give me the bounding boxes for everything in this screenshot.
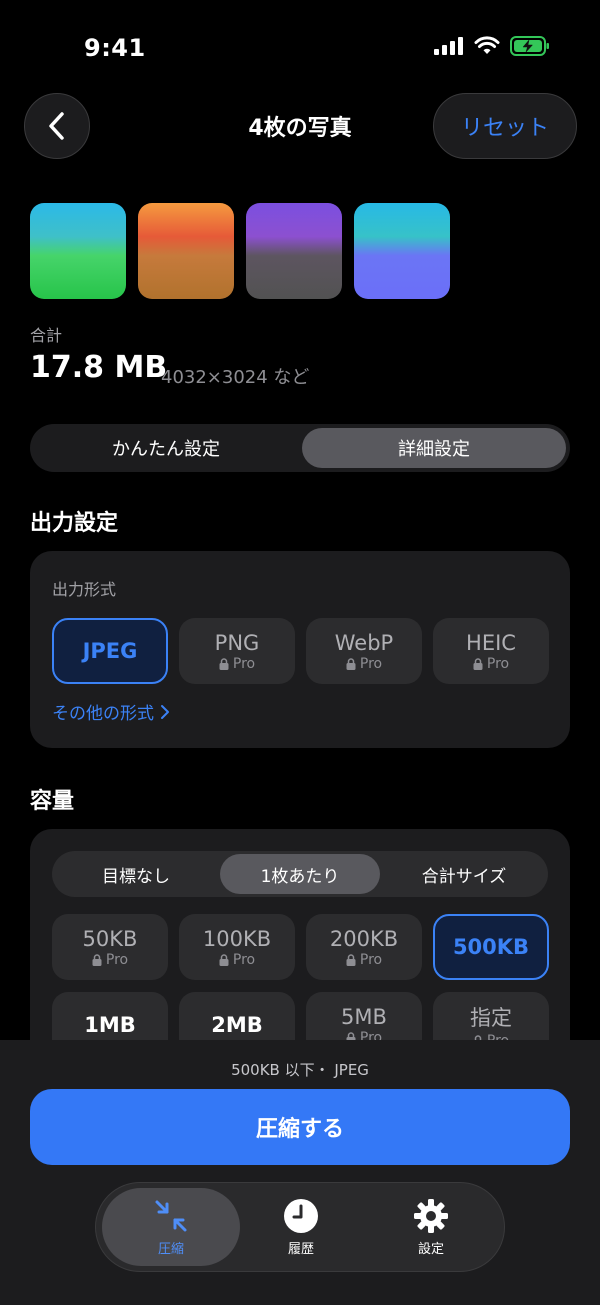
compression-summary: 500KB 以下・ JPEG bbox=[231, 1061, 369, 1079]
tab-label: 履歴 bbox=[287, 1241, 314, 1257]
size-option-label: 5MB bbox=[341, 1004, 387, 1029]
total-size: 17.8 MB bbox=[30, 350, 168, 385]
pro-label: Pro bbox=[486, 655, 510, 672]
format-option-heic[interactable]: HEIC Pro bbox=[433, 618, 549, 684]
tab-history[interactable]: 履歴 bbox=[232, 1188, 370, 1266]
pro-badge: Pro bbox=[473, 656, 509, 672]
lock-icon bbox=[346, 953, 356, 966]
clock-icon bbox=[284, 1198, 318, 1233]
reset-button[interactable]: リセット bbox=[433, 93, 577, 159]
lock-icon bbox=[473, 657, 483, 670]
cellular-signal-icon bbox=[434, 37, 463, 55]
tab-label: 圧縮 bbox=[157, 1241, 184, 1257]
status-time: 9:41 bbox=[84, 34, 146, 62]
pro-badge: Pro bbox=[219, 656, 255, 672]
pro-badge: Pro bbox=[346, 656, 382, 672]
size-option-label: 200KB bbox=[329, 926, 399, 951]
format-option-label: PNG bbox=[214, 630, 260, 655]
tab-label: 設定 bbox=[417, 1241, 444, 1257]
capacity-mode-total-size[interactable]: 合計サイズ bbox=[384, 854, 544, 894]
battery-charging-icon bbox=[510, 36, 549, 56]
bottom-action-panel: 500KB 以下・ JPEG 圧縮する 圧縮 履歴 設定 bbox=[0, 1040, 600, 1305]
tab-compress[interactable]: 圧縮 bbox=[102, 1188, 240, 1266]
format-option-label: HEIC bbox=[466, 630, 516, 655]
tab-simple-settings[interactable]: かんたん設定 bbox=[34, 428, 298, 468]
output-settings-title: 出力設定 bbox=[30, 511, 119, 536]
chevron-left-icon bbox=[49, 112, 64, 140]
compress-button[interactable]: 圧縮する bbox=[30, 1089, 570, 1165]
size-option-label: 指定 bbox=[470, 1005, 512, 1030]
capacity-mode-segmented-control: 目標なし 1枚あたり 合計サイズ bbox=[52, 851, 548, 897]
tab-advanced-settings[interactable]: 詳細設定 bbox=[302, 428, 566, 468]
back-button[interactable] bbox=[24, 93, 90, 159]
photo-thumbnails bbox=[30, 203, 450, 299]
capacity-mode-per-image[interactable]: 1枚あたり bbox=[220, 854, 380, 894]
pro-label: Pro bbox=[232, 655, 256, 672]
format-option-webp[interactable]: WebP Pro bbox=[306, 618, 422, 684]
status-icons bbox=[434, 36, 550, 56]
photo-thumbnail[interactable] bbox=[246, 203, 342, 299]
other-formats-link[interactable]: その他の形式 bbox=[52, 699, 170, 724]
status-bar: 9:41 bbox=[0, 0, 600, 90]
size-option-200kb[interactable]: 200KB Pro bbox=[306, 914, 422, 980]
format-option-label: JPEG bbox=[82, 639, 138, 663]
image-dimensions: 4032×3024 など bbox=[161, 367, 310, 388]
format-option-label: WebP bbox=[334, 630, 394, 655]
format-option-jpeg[interactable]: JPEG bbox=[52, 618, 168, 684]
pro-label: Pro bbox=[359, 655, 383, 672]
size-option-label: 100KB bbox=[202, 926, 272, 951]
compress-icon bbox=[155, 1200, 187, 1231]
tab-settings[interactable]: 設定 bbox=[362, 1188, 500, 1266]
output-format-card: 出力形式 JPEG PNG Pro WebP Pro HEIC Pro その他の… bbox=[30, 551, 570, 748]
other-formats-label: その他の形式 bbox=[52, 704, 154, 724]
pro-badge: Pro bbox=[92, 952, 128, 968]
pro-label: Pro bbox=[105, 951, 129, 968]
lock-icon bbox=[346, 657, 356, 670]
settings-mode-segmented-control: かんたん設定 詳細設定 bbox=[30, 424, 570, 472]
capacity-mode-no-target[interactable]: 目標なし bbox=[56, 854, 216, 894]
size-option-50kb[interactable]: 50KB Pro bbox=[52, 914, 168, 980]
size-option-label: 2MB bbox=[211, 1013, 263, 1037]
photo-thumbnail[interactable] bbox=[30, 203, 126, 299]
photo-thumbnail[interactable] bbox=[138, 203, 234, 299]
pro-badge: Pro bbox=[346, 952, 382, 968]
pro-label: Pro bbox=[359, 951, 383, 968]
size-option-label: 50KB bbox=[82, 926, 138, 951]
size-option-label: 500KB bbox=[452, 935, 530, 959]
lock-icon bbox=[219, 657, 229, 670]
wifi-icon bbox=[474, 36, 500, 54]
tab-bar: 圧縮 履歴 設定 bbox=[95, 1182, 505, 1272]
pro-badge: Pro bbox=[219, 952, 255, 968]
size-option-100kb[interactable]: 100KB Pro bbox=[179, 914, 295, 980]
lock-icon bbox=[92, 953, 102, 966]
photo-thumbnail[interactable] bbox=[354, 203, 450, 299]
size-option-label: 1MB bbox=[84, 1013, 136, 1037]
format-option-png[interactable]: PNG Pro bbox=[179, 618, 295, 684]
gear-icon bbox=[414, 1198, 448, 1233]
lock-icon bbox=[219, 953, 229, 966]
pro-label: Pro bbox=[232, 951, 256, 968]
chevron-right-icon bbox=[161, 704, 169, 719]
capacity-title: 容量 bbox=[30, 789, 75, 814]
page-title: 4枚の写真 bbox=[248, 116, 352, 141]
total-label: 合計 bbox=[30, 326, 63, 345]
size-option-500kb[interactable]: 500KB bbox=[433, 914, 549, 980]
output-format-label: 出力形式 bbox=[52, 580, 117, 599]
